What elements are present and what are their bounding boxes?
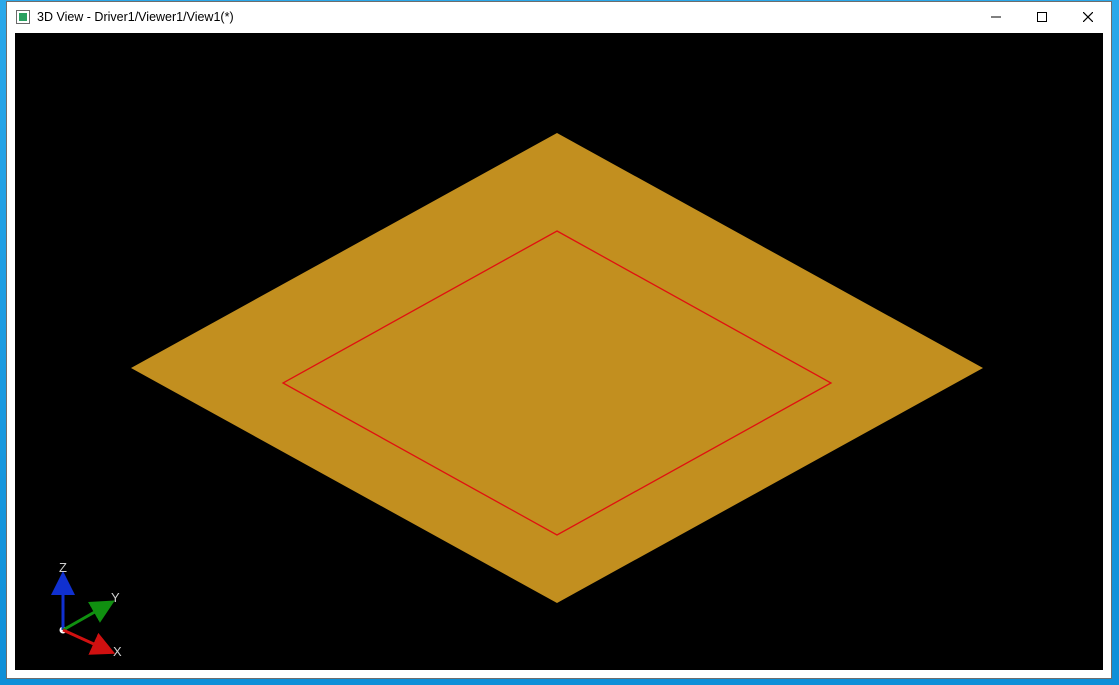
minimize-button[interactable] — [973, 2, 1019, 32]
maximize-icon — [1037, 12, 1047, 22]
minimize-icon — [991, 12, 1001, 22]
viewport-3d[interactable]: Z Y X — [15, 33, 1103, 670]
maximize-button[interactable] — [1019, 2, 1065, 32]
close-icon — [1083, 12, 1093, 22]
window-3d-view: 3D View - Driver1/Viewer1/View1(*) — [6, 1, 1112, 679]
titlebar[interactable]: 3D View - Driver1/Viewer1/View1(*) — [7, 2, 1111, 32]
window-title: 3D View - Driver1/Viewer1/View1(*) — [37, 10, 234, 24]
scene-plane-outer — [131, 133, 983, 603]
app-icon — [15, 9, 31, 25]
desktop-background: 3D View - Driver1/Viewer1/View1(*) — [0, 0, 1119, 685]
close-button[interactable] — [1065, 2, 1111, 32]
scene-canvas — [15, 33, 1103, 670]
